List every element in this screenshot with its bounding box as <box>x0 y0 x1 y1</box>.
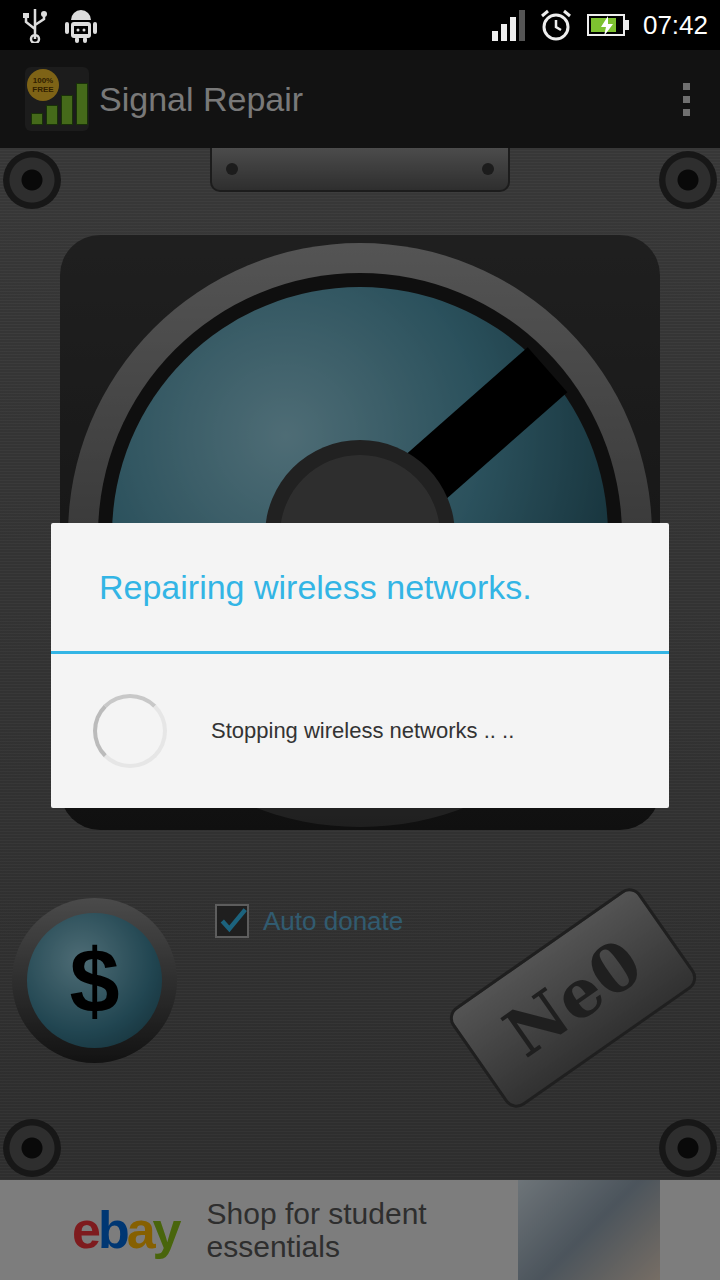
dialog-message: Stopping wireless networks .. .. <box>211 718 514 744</box>
dialog-scrim: Repairing wireless networks. Stopping wir… <box>0 50 720 1280</box>
battery-icon <box>587 14 629 36</box>
android-debug-icon <box>64 6 98 44</box>
signal-strength-icon <box>492 9 525 41</box>
dialog-title: Repairing wireless networks. <box>51 523 669 651</box>
alarm-icon <box>539 8 573 42</box>
spinner-icon <box>93 694 167 768</box>
usb-icon <box>20 7 50 43</box>
screen: 07:42100%FREESignal Repair$Auto donateNe… <box>0 0 720 1280</box>
charging-bolt-icon <box>600 16 614 36</box>
status-bar: 07:42 <box>0 0 720 50</box>
clock: 07:42 <box>643 10 708 41</box>
progress-dialog: Repairing wireless networks. Stopping wir… <box>51 523 669 808</box>
